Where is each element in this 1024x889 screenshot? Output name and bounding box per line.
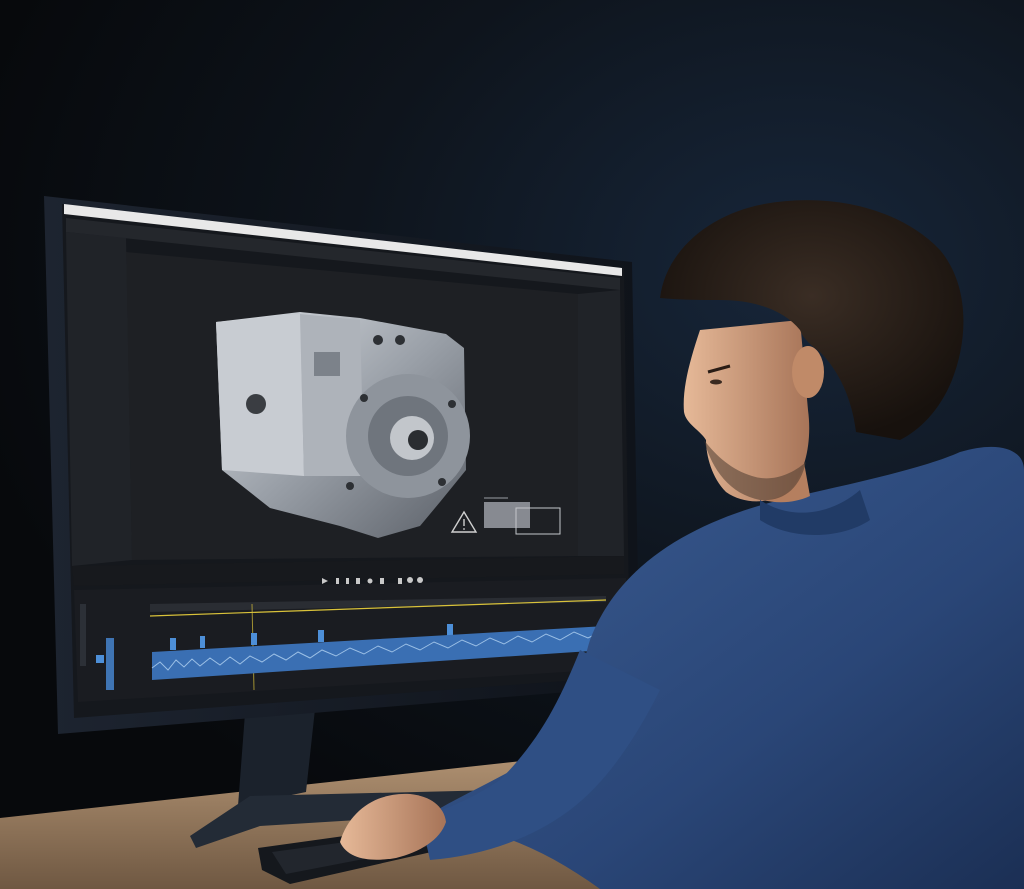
left-panel: [66, 232, 132, 566]
clip-marker: [318, 630, 324, 642]
overlay-thumbnail: [484, 502, 530, 528]
scene-illustration: [0, 196, 1024, 889]
clip-marker: [200, 636, 205, 648]
clip-marker: [170, 638, 176, 650]
clip-marker: [251, 633, 257, 645]
editor-screen: [64, 204, 630, 702]
photo-scene: [0, 0, 1024, 889]
clip-marker: [447, 624, 453, 636]
right-panel: [578, 290, 624, 556]
